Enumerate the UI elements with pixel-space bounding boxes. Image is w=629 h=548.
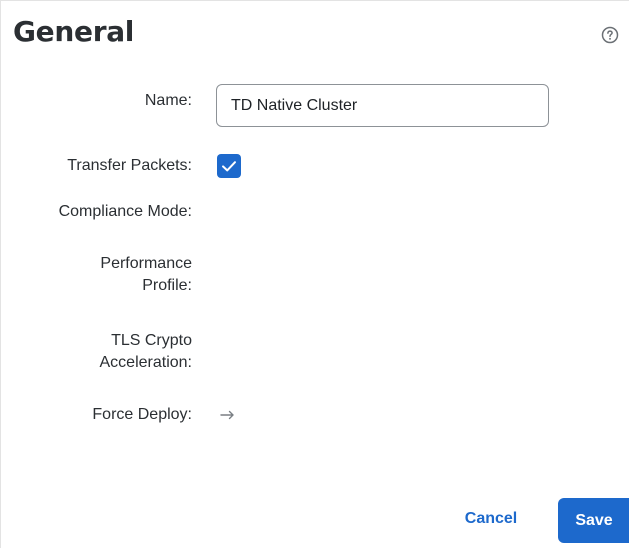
name-label: Name: (144, 92, 192, 109)
name-input[interactable] (216, 84, 549, 127)
force-deploy-label: Force Deploy: (92, 406, 192, 423)
performance-profile-label-line2: Profile: (142, 277, 192, 294)
performance-profile-label: Performance Profile: (100, 253, 192, 297)
page-title: General (13, 15, 135, 48)
save-button[interactable]: Save (558, 498, 629, 543)
help-icon[interactable] (601, 26, 619, 44)
performance-profile-label-line1: Performance (100, 255, 192, 272)
checkmark-icon (222, 161, 236, 172)
tls-crypto-acceleration-label-line2: Acceleration: (99, 354, 193, 371)
arrow-right-icon[interactable] (220, 409, 236, 421)
tls-crypto-acceleration-label: TLS Crypto Acceleration: (100, 330, 193, 374)
general-settings-dialog: General Name: Transfer Packets: Complian… (0, 0, 629, 548)
compliance-mode-label: Compliance Mode: (58, 203, 192, 220)
cancel-button[interactable]: Cancel (453, 498, 529, 540)
transfer-packets-checkbox[interactable] (217, 154, 241, 178)
tls-crypto-acceleration-label-line1: TLS Crypto (111, 332, 192, 349)
transfer-packets-label: Transfer Packets: (67, 157, 192, 174)
